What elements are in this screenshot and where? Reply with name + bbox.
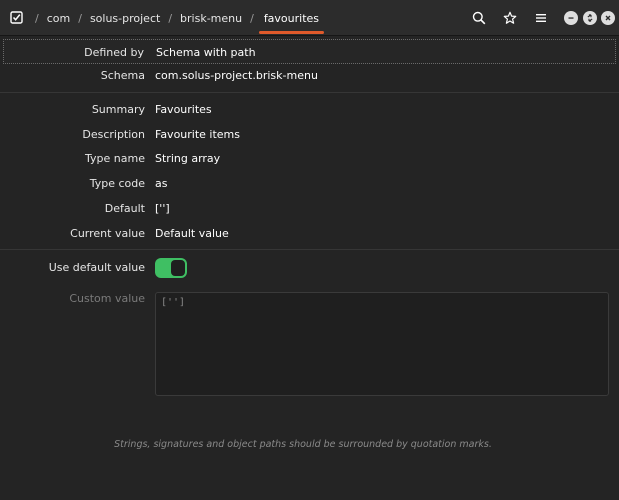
close-button[interactable]: [601, 11, 615, 25]
row-current-value: Current value Default value: [0, 221, 619, 246]
row-description: Description Favourite items: [0, 122, 619, 147]
star-icon: [503, 11, 517, 24]
description-label: Description: [82, 128, 145, 141]
minimize-icon: [568, 17, 574, 19]
breadcrumb-separator: /: [78, 11, 82, 25]
search-button[interactable]: [467, 6, 491, 30]
custom-value-label: Custom value: [69, 292, 145, 305]
type-name-value: String array: [155, 152, 221, 165]
restore-icon: [587, 14, 593, 22]
section-divider: [0, 249, 619, 250]
summary-label: Summary: [91, 103, 145, 116]
header-bar: / com / solus-project / brisk-menu / fav…: [0, 0, 619, 36]
search-icon: [472, 11, 486, 25]
checkbox-icon[interactable]: [7, 8, 26, 27]
use-default-toggle[interactable]: [155, 258, 187, 278]
section-divider: [0, 92, 619, 93]
maximize-button[interactable]: [583, 11, 597, 25]
breadcrumb-com[interactable]: com: [45, 12, 73, 25]
defined-by-label: Defined by: [84, 46, 144, 59]
summary-value: Favourites: [155, 103, 212, 116]
breadcrumb-solus-project[interactable]: solus-project: [88, 12, 162, 25]
default-label: Default: [104, 202, 145, 215]
row-default: Default ['']: [0, 196, 619, 221]
default-value: ['']: [155, 202, 170, 215]
description-value: Favourite items: [155, 128, 241, 141]
minimize-button[interactable]: [564, 11, 578, 25]
toggle-knob[interactable]: [171, 260, 185, 276]
custom-value-textarea[interactable]: ['']: [155, 292, 609, 396]
breadcrumb: / com / solus-project / brisk-menu / fav…: [29, 0, 325, 36]
hamburger-menu-icon: [536, 14, 546, 22]
breadcrumb-favourites[interactable]: favourites: [258, 12, 325, 34]
schema-label: Schema: [100, 69, 145, 82]
menu-button[interactable]: [529, 6, 553, 30]
key-properties-panel: Defined by Schema with path Schema com.s…: [0, 36, 619, 500]
type-code-value: as: [155, 177, 168, 190]
use-default-label: Use default value: [48, 261, 145, 274]
breadcrumb-separator: /: [168, 11, 173, 25]
row-summary: Summary Favourites: [0, 97, 619, 122]
row-type-name: Type name String array: [0, 146, 619, 171]
row-use-default: Use default value: [0, 255, 619, 280]
type-name-label: Type name: [85, 152, 145, 165]
bookmark-button[interactable]: [498, 6, 522, 30]
dconf-editor-window: / com / solus-project / brisk-menu / fav…: [0, 0, 619, 500]
current-value-value: Default value: [155, 227, 229, 240]
row-type-code: Type code as: [0, 171, 619, 196]
row-defined-by[interactable]: Defined by Schema with path: [3, 39, 616, 64]
breadcrumb-separator: /: [250, 11, 254, 25]
breadcrumb-separator: /: [35, 11, 39, 25]
defined-by-value: Schema with path: [156, 46, 256, 59]
type-code-label: Type code: [89, 177, 145, 190]
quotation-hint: Strings, signatures and object paths sho…: [114, 439, 492, 450]
breadcrumb-brisk-menu[interactable]: brisk-menu: [178, 12, 244, 25]
close-icon: [605, 15, 611, 21]
current-value-label: Current value: [70, 227, 145, 240]
row-schema: Schema com.solus-project.brisk-menu: [0, 63, 619, 88]
schema-value: com.solus-project.brisk-menu: [155, 69, 318, 82]
